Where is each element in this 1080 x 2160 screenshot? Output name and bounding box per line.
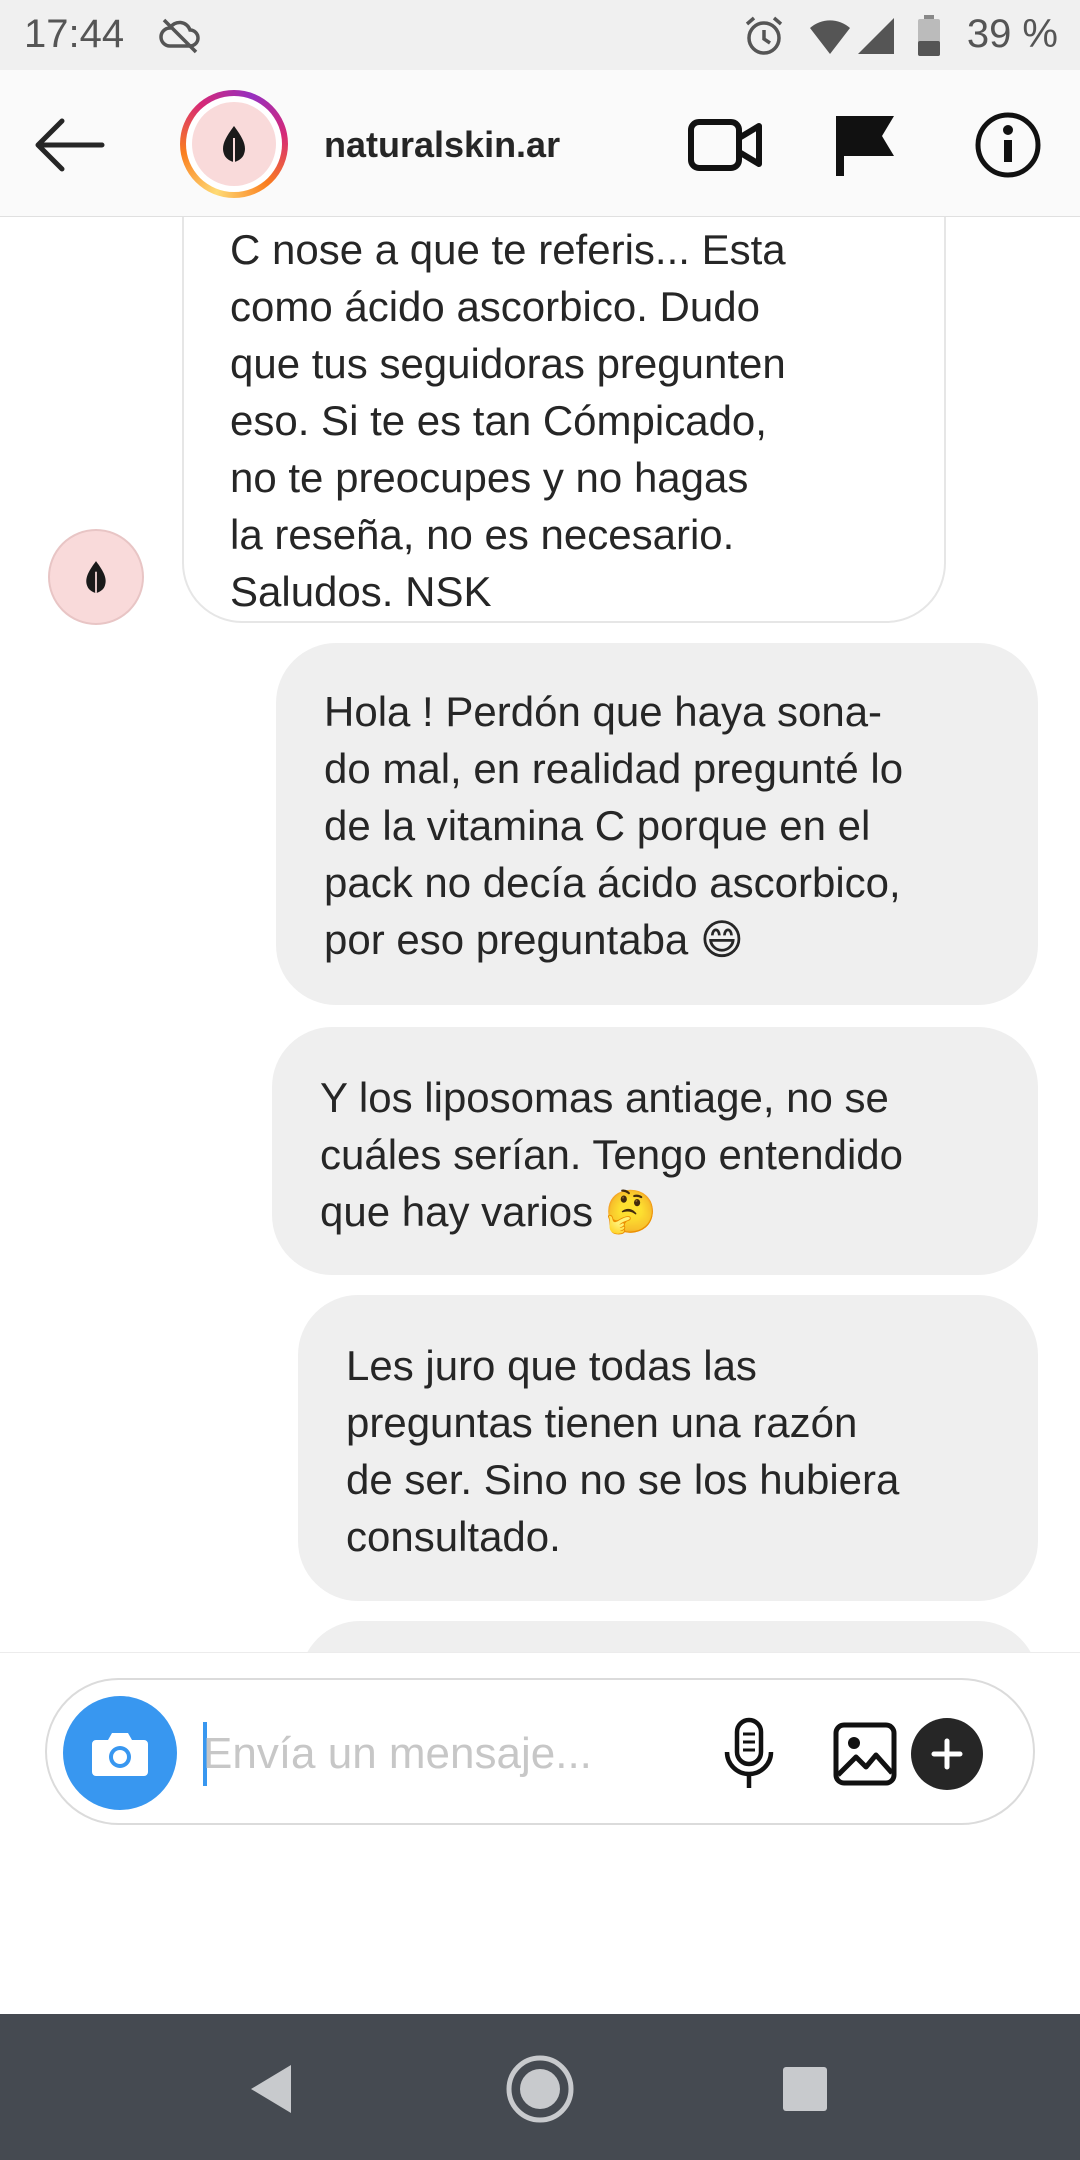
plus-icon[interactable] [911, 1718, 983, 1790]
composer-area [0, 1652, 1080, 2014]
message-line: preguntas tienen una razón [346, 1399, 858, 1446]
flag-icon[interactable] [824, 110, 904, 180]
wifi-icon [808, 14, 852, 63]
message-line: cuáles serían. Tengo entendido [320, 1131, 903, 1178]
message-input[interactable] [203, 1714, 673, 1794]
message-line: por eso preguntaba 😄 [324, 916, 744, 963]
message-line: C nose a que te referis... Esta [230, 226, 786, 273]
message-line: Y los liposomas antiage, no se [320, 1074, 889, 1121]
signal-icon [856, 14, 896, 63]
status-bar: 17:44 39 % [0, 0, 1080, 70]
info-icon[interactable] [968, 110, 1048, 180]
profile-avatar[interactable] [180, 90, 288, 198]
leaf-logo-icon [192, 102, 276, 186]
message-line: Les juro que todas las [346, 1342, 757, 1389]
message-line: pack no decía ácido ascorbico, [324, 859, 901, 906]
chat-username[interactable]: naturalskin.ar [324, 124, 560, 166]
message-composer [45, 1678, 1035, 1825]
home-nav-icon[interactable] [505, 2054, 575, 2124]
message-line: que tus seguidoras pregunten [230, 340, 786, 387]
gallery-icon[interactable] [827, 1716, 903, 1792]
message-line: de la vitamina C porque en el [324, 802, 871, 849]
back-nav-icon[interactable] [235, 2054, 305, 2124]
battery-icon [916, 14, 942, 63]
message-line: Saludos. NSK [230, 568, 492, 615]
outgoing-message-bubble[interactable]: Y los liposomas antiage, no se cuáles se… [272, 1027, 1038, 1275]
message-line: no te preocupes y no hagas [230, 454, 749, 501]
battery-percent: 39 % [966, 12, 1058, 56]
alarm-icon [742, 14, 786, 63]
chat-header: naturalskin.ar [0, 70, 1080, 217]
message-line: la reseña, no es necesario. [230, 511, 735, 558]
video-call-icon[interactable] [685, 110, 765, 180]
outgoing-message-bubble[interactable]: Les juro que todas las preguntas tienen … [298, 1295, 1038, 1601]
camera-icon[interactable] [63, 1696, 177, 1810]
message-line: de ser. Sino no se los hubiera [346, 1456, 900, 1503]
outgoing-message-bubble-partial[interactable] [300, 1621, 1038, 1652]
message-line: como ácido ascorbico. Dudo [230, 283, 760, 330]
message-line: eso. Si te es tan Cómpicado, [230, 397, 767, 444]
cloud-off-icon [158, 14, 202, 63]
system-nav-bar [0, 2014, 1080, 2160]
microphone-icon[interactable] [711, 1716, 787, 1792]
sender-avatar[interactable] [48, 529, 144, 625]
recents-nav-icon[interactable] [770, 2054, 840, 2124]
outgoing-message-bubble[interactable]: Hola ! Perdón que haya sona- do mal, en … [276, 643, 1038, 1005]
message-line: que hay varios 🤔 [320, 1188, 658, 1235]
message-thread[interactable]: C nose a que te referis... Esta como áci… [0, 217, 1080, 1652]
message-line: do mal, en realidad pregunté lo [324, 745, 904, 792]
back-arrow-icon[interactable] [30, 110, 110, 180]
incoming-message-bubble[interactable]: C nose a que te referis... Esta como áci… [182, 217, 946, 623]
status-time: 17:44 [24, 12, 125, 56]
message-line: consultado. [346, 1513, 561, 1560]
message-line: Hola ! Perdón que haya sona- [324, 688, 883, 735]
